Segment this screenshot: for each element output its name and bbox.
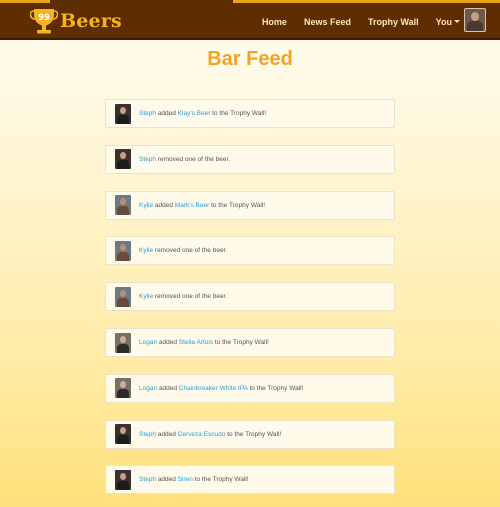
feed-item: Steph removed one of the beer.: [105, 144, 395, 174]
feed-text: Steph added Klay's Beer to the Trophy Wa…: [139, 110, 266, 117]
feed-item: Logan added Chainbreaker White IPA to th…: [105, 373, 395, 403]
feed-user-link[interactable]: Kylie: [139, 247, 153, 254]
feed-text: Steph added Cerveza Escudo to the Trophy…: [139, 431, 281, 438]
feed-user-link[interactable]: Kylie: [139, 202, 153, 209]
brand-name: Beers: [60, 10, 122, 32]
feed-action-text: added: [156, 476, 178, 484]
trophy-icon: 99: [30, 9, 58, 34]
nav-trophy-wall-link[interactable]: Trophy Wall: [368, 17, 419, 27]
feed-avatar[interactable]: [115, 332, 131, 353]
feed-item: Kylie removed one of the beer.: [105, 236, 395, 266]
feed-item: Steph added Cerveza Escudo to the Trophy…: [105, 419, 395, 449]
page-title: Bar Feed: [207, 48, 293, 70]
navbar: 99 Beers Home News Feed Trophy Wall You: [0, 3, 500, 40]
feed-beer-link[interactable]: Klay's Beer: [178, 110, 211, 117]
feed-text: Logan added Stella Artois to the Trophy …: [139, 339, 269, 346]
feed-avatar[interactable]: [115, 240, 131, 261]
feed-item: Steph added Siren to the Trophy Wall!: [105, 465, 395, 495]
feed-avatar[interactable]: [115, 469, 131, 490]
feed-beer-link[interactable]: Cerveza Escudo: [178, 431, 226, 438]
feed-item: Kylie added Mark's Beer to the Trophy Wa…: [105, 190, 395, 220]
nav-home-link[interactable]: Home: [262, 17, 287, 27]
feed-action-text: added: [156, 430, 178, 438]
feed-avatar[interactable]: [115, 149, 131, 170]
feed-text: Logan added Chainbreaker White IPA to th…: [139, 385, 303, 392]
feed-item: Kylie removed one of the beer.: [105, 282, 395, 312]
feed-suffix-text: to the Trophy Wall!: [210, 110, 267, 117]
feed-action-text: added: [157, 339, 179, 346]
feed-avatar[interactable]: [115, 378, 131, 399]
nav-news-feed-link[interactable]: News Feed: [304, 17, 351, 27]
feed-action-text: removed one of the beer.: [156, 155, 231, 163]
feed-text: Kylie added Mark's Beer to the Trophy Wa…: [139, 202, 265, 209]
brand-logo[interactable]: 99 Beers: [30, 6, 122, 36]
feed-text: Steph removed one of the beer.: [139, 156, 230, 163]
feed-avatar[interactable]: [115, 424, 131, 445]
feed-text: Steph added Siren to the Trophy Wall!: [139, 476, 249, 483]
feed-beer-link[interactable]: Chainbreaker White IPA: [179, 385, 248, 392]
feed-user-link[interactable]: Steph: [139, 110, 156, 117]
feed-suffix-text: to the Trophy Wall!: [247, 384, 304, 392]
feed-user-link[interactable]: Steph: [139, 156, 156, 163]
chevron-down-icon: [454, 20, 460, 23]
feed-avatar[interactable]: [115, 195, 131, 216]
feed-avatar[interactable]: [115, 103, 131, 124]
feed-suffix-text: to the Trophy Wall!: [192, 476, 249, 484]
logo-number: 99: [38, 13, 50, 23]
feed-suffix-text: to the Trophy Wall!: [213, 339, 269, 346]
feed-text: Kylie removed one of the beer.: [139, 247, 227, 254]
nav-links: Home News Feed Trophy Wall You: [245, 3, 460, 40]
feed-action-text: added: [153, 201, 175, 209]
feed-action-text: added: [157, 384, 179, 392]
feed-user-link[interactable]: Kylie: [139, 293, 153, 300]
feed-text: Kylie removed one of the beer.: [139, 293, 227, 300]
feed-action-text: removed one of the beer.: [153, 247, 228, 255]
feed-avatar[interactable]: [115, 286, 131, 307]
you-label: You: [435, 16, 452, 27]
feed-item: Logan added Stella Artois to the Trophy …: [105, 328, 395, 357]
you-dropdown[interactable]: You: [436, 17, 460, 27]
feed-beer-link[interactable]: Mark's Beer: [175, 202, 209, 209]
feed-action-text: added: [156, 110, 178, 117]
feed-user-link[interactable]: Logan: [139, 339, 157, 346]
feed-beer-link[interactable]: Stella Artois: [179, 339, 213, 346]
feed-beer-link[interactable]: Siren: [178, 476, 193, 483]
feed-action-text: removed one of the beer.: [153, 293, 228, 301]
feed-user-link[interactable]: Steph: [139, 476, 156, 483]
feed-item: Steph added Klay's Beer to the Trophy Wa…: [105, 99, 395, 128]
feed-suffix-text: to the Trophy Wall!: [209, 201, 266, 209]
feed-user-link[interactable]: Steph: [139, 431, 156, 438]
user-avatar[interactable]: [464, 8, 486, 32]
feed-suffix-text: to the Trophy Wall!: [225, 430, 282, 438]
feed-user-link[interactable]: Logan: [139, 385, 157, 392]
